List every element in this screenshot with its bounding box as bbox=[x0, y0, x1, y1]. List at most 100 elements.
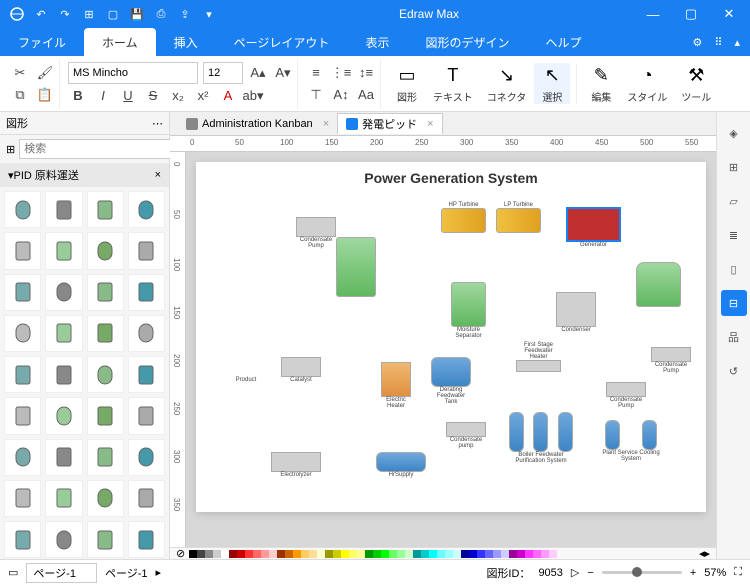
color-swatch[interactable] bbox=[309, 550, 317, 558]
canvas-viewport[interactable]: Power Generation System Condensate Pump … bbox=[186, 152, 716, 547]
highlight-icon[interactable]: ab▾ bbox=[243, 86, 263, 106]
shape-stencil[interactable] bbox=[4, 191, 41, 228]
eq-derating-tank[interactable]: Derating Feedwater Tank bbox=[431, 357, 471, 405]
fit-page-icon[interactable]: ⛶ bbox=[734, 566, 742, 579]
color-swatch[interactable] bbox=[381, 550, 389, 558]
color-swatch[interactable] bbox=[453, 550, 461, 558]
rt-layers-icon[interactable]: ≣ bbox=[721, 222, 747, 248]
print-icon[interactable]: ⎙ bbox=[150, 3, 172, 25]
eq-plant-service[interactable]: Plant Service Cooling System bbox=[596, 420, 666, 462]
color-swatch[interactable] bbox=[229, 550, 237, 558]
close-button[interactable]: ✕ bbox=[714, 6, 744, 22]
color-swatch[interactable] bbox=[477, 550, 485, 558]
shape-stencil[interactable] bbox=[87, 274, 124, 311]
eq-condenser[interactable]: Condenser bbox=[556, 292, 596, 333]
shape-stencil[interactable] bbox=[87, 439, 124, 476]
tab-shape-design[interactable]: 図形のデザイン bbox=[407, 28, 527, 56]
tool-button[interactable]: ⚒ツール bbox=[675, 63, 717, 104]
color-swatch[interactable] bbox=[205, 550, 213, 558]
eq-first-stage-heater[interactable]: First Stage Feedwater Heater bbox=[516, 342, 561, 372]
color-swatch[interactable] bbox=[221, 550, 229, 558]
doc-tab-admin-kanban[interactable]: Administration Kanban× bbox=[178, 116, 337, 132]
eq-h-supply[interactable]: HrSupply bbox=[376, 452, 426, 478]
shape-stencil[interactable] bbox=[45, 191, 82, 228]
copy-icon[interactable]: ⧉ bbox=[10, 85, 30, 105]
font-name-select[interactable] bbox=[68, 62, 198, 84]
color-swatch[interactable] bbox=[325, 550, 333, 558]
shape-stencil[interactable] bbox=[45, 397, 82, 434]
diagram-page[interactable]: Power Generation System Condensate Pump … bbox=[196, 162, 706, 512]
tab-view[interactable]: 表示 bbox=[347, 28, 407, 56]
rt-org-icon[interactable]: 品 bbox=[721, 324, 747, 350]
close-icon[interactable]: × bbox=[323, 118, 329, 130]
shape-stencil[interactable] bbox=[128, 397, 165, 434]
shape-stencil[interactable] bbox=[87, 397, 124, 434]
apps-icon[interactable]: ⠿ bbox=[714, 36, 722, 49]
shape-category-header[interactable]: ▾ PID 原料運送 × bbox=[0, 163, 169, 187]
eq-condensate-pump-1[interactable]: Condensate Pump bbox=[296, 217, 336, 249]
shape-stencil[interactable] bbox=[87, 191, 124, 228]
shape-stencil[interactable] bbox=[87, 480, 124, 517]
page-dropdown[interactable]: ページ-1 bbox=[26, 563, 97, 583]
shape-stencil[interactable] bbox=[128, 439, 165, 476]
doc-tab-power-gen[interactable]: 発電ピッド× bbox=[337, 113, 442, 134]
collapse-ribbon-icon[interactable]: ▴ bbox=[734, 36, 740, 49]
color-swatch[interactable] bbox=[293, 550, 301, 558]
color-swatch[interactable] bbox=[245, 550, 253, 558]
color-swatch[interactable] bbox=[349, 550, 357, 558]
connector-button[interactable]: ↘コネクタ bbox=[481, 63, 533, 104]
shape-stencil[interactable] bbox=[4, 356, 41, 393]
eq-moisture-separator[interactable]: Moisture Separator bbox=[451, 282, 486, 339]
shapes-lib-icon[interactable]: ⊞ bbox=[6, 143, 15, 156]
bullets-icon[interactable]: ⋮≡ bbox=[331, 63, 351, 83]
close-icon[interactable]: × bbox=[427, 118, 433, 130]
strike-icon[interactable]: S bbox=[143, 86, 163, 106]
export-icon[interactable]: ⇪ bbox=[174, 3, 196, 25]
color-swatch[interactable] bbox=[485, 550, 493, 558]
rt-calc-icon[interactable]: ⊟ bbox=[721, 290, 747, 316]
shape-stencil[interactable] bbox=[128, 480, 165, 517]
eq-hp-turbine[interactable]: HP Turbine bbox=[441, 202, 486, 233]
color-swatch[interactable] bbox=[421, 550, 429, 558]
shape-stencil[interactable] bbox=[45, 480, 82, 517]
tab-home[interactable]: ホーム bbox=[84, 28, 156, 56]
eq-boiler-feedwater[interactable]: Boiler Feedwater Purification System bbox=[506, 412, 576, 464]
cut-icon[interactable]: ✂ bbox=[10, 63, 30, 83]
edit-button[interactable]: ✎編集 bbox=[583, 63, 619, 104]
tab-insert[interactable]: 挿入 bbox=[156, 28, 216, 56]
line-spacing-icon[interactable]: ↕≡ bbox=[356, 63, 376, 83]
eq-catalyst[interactable]: Catalyst bbox=[281, 357, 321, 383]
shape-stencil[interactable] bbox=[4, 232, 41, 269]
shape-stencil[interactable] bbox=[45, 274, 82, 311]
redo-icon[interactable]: ↷ bbox=[54, 3, 76, 25]
shape-stencil[interactable] bbox=[4, 397, 41, 434]
tab-page-layout[interactable]: ページレイアウト bbox=[216, 28, 348, 56]
add-page-icon[interactable]: ▸ bbox=[156, 566, 162, 579]
subscript-icon[interactable]: x₂ bbox=[168, 86, 188, 106]
eq-stack[interactable] bbox=[336, 237, 376, 297]
eq-electrolyzer[interactable]: Electrolyzer bbox=[271, 452, 321, 478]
page-view-icon[interactable]: ▭ bbox=[8, 566, 18, 579]
color-swatch[interactable] bbox=[365, 550, 373, 558]
color-swatch[interactable] bbox=[285, 550, 293, 558]
open-icon[interactable]: ▢ bbox=[102, 3, 124, 25]
shape-stencil[interactable] bbox=[128, 232, 165, 269]
color-swatch[interactable] bbox=[541, 550, 549, 558]
shape-stencil[interactable] bbox=[87, 521, 124, 558]
color-swatch[interactable] bbox=[517, 550, 525, 558]
eq-condensate-pump-4[interactable]: Condensate Pump bbox=[606, 382, 646, 409]
format-painter-icon[interactable]: 🖌 bbox=[35, 63, 55, 83]
color-swatch[interactable] bbox=[341, 550, 349, 558]
palette-scroll-right-icon[interactable]: ▸ bbox=[704, 547, 710, 560]
undo-icon[interactable]: ↶ bbox=[30, 3, 52, 25]
shape-stencil[interactable] bbox=[45, 521, 82, 558]
color-swatch[interactable] bbox=[253, 550, 261, 558]
shapes-panel-more-icon[interactable]: ⋯ bbox=[152, 117, 163, 130]
color-swatch[interactable] bbox=[469, 550, 477, 558]
shape-stencil[interactable] bbox=[45, 232, 82, 269]
color-swatch[interactable] bbox=[509, 550, 517, 558]
eq-cooling-tower[interactable] bbox=[636, 262, 681, 307]
color-swatch[interactable] bbox=[397, 550, 405, 558]
shape-stencil[interactable] bbox=[45, 356, 82, 393]
color-swatch[interactable] bbox=[301, 550, 309, 558]
